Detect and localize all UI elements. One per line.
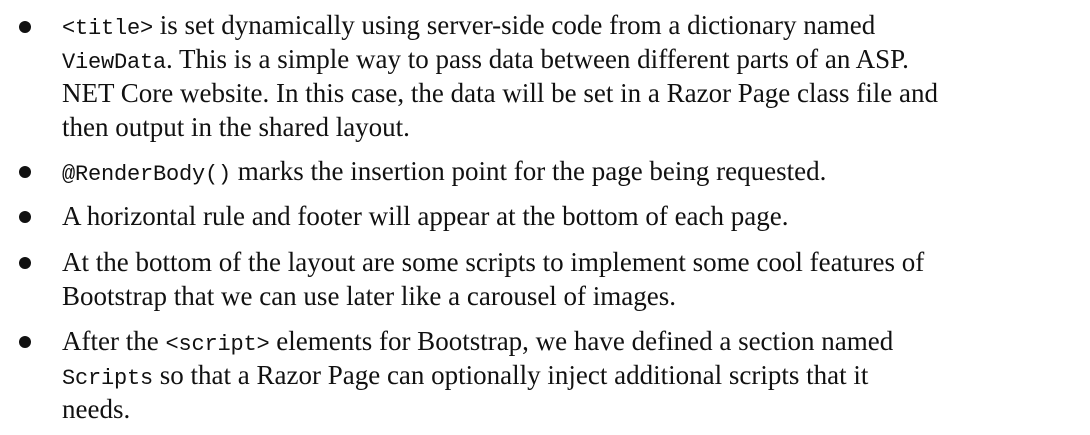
bullet-dot-icon <box>19 21 31 33</box>
text-line: @RenderBody() marks the insertion point … <box>62 154 1077 188</box>
bullet-item-bootstrap-scripts: At the bottom of the layout are some scr… <box>0 245 1090 315</box>
text-run: is set dynamically using server-side cod… <box>153 10 876 40</box>
text-run: marks the insertion point for the page b… <box>231 156 827 186</box>
inline-code: @RenderBody() <box>62 162 232 187</box>
text-line: then output in the shared layout. <box>62 110 1077 144</box>
text-line: Bootstrap that we can use later like a c… <box>62 279 1077 313</box>
text-line: At the bottom of the layout are some scr… <box>62 245 1077 279</box>
inline-code: <script> <box>165 332 270 357</box>
text-run: After the <box>62 326 166 356</box>
bullet-dot-icon <box>19 166 31 178</box>
text-run: so that a Razor Page can optionally inje… <box>153 360 869 390</box>
text-run: At the bottom of the layout are some scr… <box>62 247 925 277</box>
text-line: NET Core website. In this case, the data… <box>62 76 1077 110</box>
inline-code: Scripts <box>62 366 154 391</box>
text-run: elements for Bootstrap, we have defined … <box>269 326 894 356</box>
bullet-item-scripts-section: After the <script> elements for Bootstra… <box>0 324 1090 428</box>
text-line: <title> is set dynamically using server-… <box>62 8 1077 42</box>
text-run: . This is a simple way to pass data betw… <box>166 44 909 74</box>
bullet-text: @RenderBody() marks the insertion point … <box>62 154 1077 188</box>
inline-code: <title> <box>62 16 154 41</box>
bullet-dot-icon <box>19 257 31 269</box>
text-run: Bootstrap that we can use later like a c… <box>62 281 677 311</box>
bullet-text: <title> is set dynamically using server-… <box>62 8 1077 144</box>
bullet-item-title: <title> is set dynamically using server-… <box>0 8 1090 146</box>
text-line: ViewData. This is a simple way to pass d… <box>62 42 1077 76</box>
text-line: A horizontal rule and footer will appear… <box>62 199 1077 233</box>
text-run: needs. <box>62 394 131 424</box>
bullet-text: A horizontal rule and footer will appear… <box>62 199 1077 233</box>
text-run: A horizontal rule and footer will appear… <box>62 201 789 231</box>
text-run: NET Core website. In this case, the data… <box>62 78 938 108</box>
bullet-dot-icon <box>19 211 31 223</box>
bullet-item-footer: A horizontal rule and footer will appear… <box>0 199 1090 235</box>
bullet-list: <title> is set dynamically using server-… <box>0 0 1090 435</box>
text-line: After the <script> elements for Bootstra… <box>62 324 1077 358</box>
text-run: then output in the shared layout. <box>62 112 410 142</box>
bullet-text: After the <script> elements for Bootstra… <box>62 324 1077 426</box>
bullet-item-renderbody: @RenderBody() marks the insertion point … <box>0 154 1090 190</box>
text-line: Scripts so that a Razor Page can optiona… <box>62 358 1077 392</box>
text-line: needs. <box>62 392 1077 426</box>
bullet-text: At the bottom of the layout are some scr… <box>62 245 1077 313</box>
inline-code: ViewData <box>62 50 167 75</box>
bullet-dot-icon <box>19 336 31 348</box>
